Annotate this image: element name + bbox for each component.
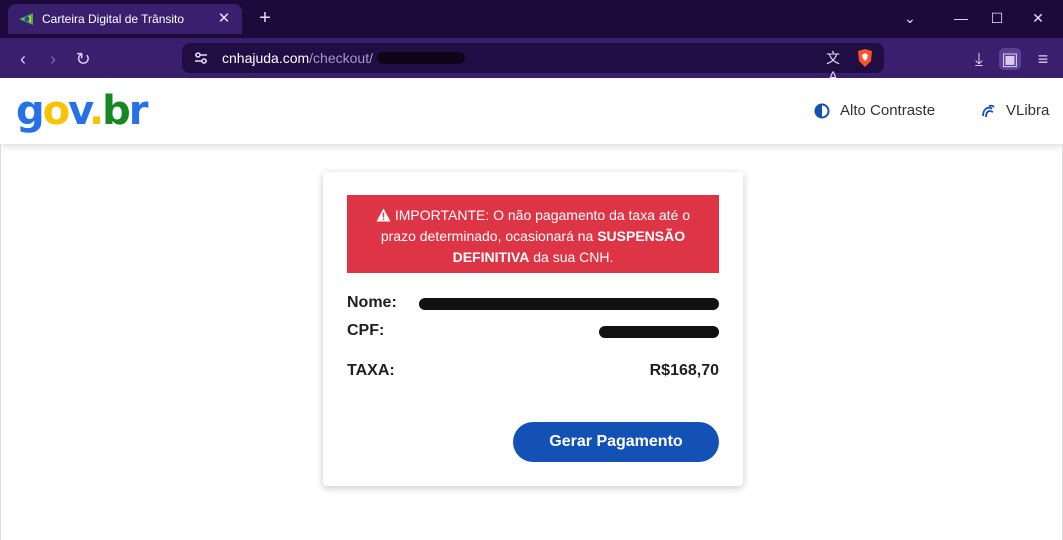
nome-row: Nome: [347,294,719,314]
contrast-icon [814,103,830,118]
nome-redaction [419,298,719,310]
new-tab-icon[interactable]: + [255,8,275,28]
tab-search-chevron-icon[interactable]: ⌄ [898,8,922,28]
govbr-logo[interactable]: gov.br [16,88,148,134]
close-tab-icon[interactable]: ✕ [216,11,232,27]
translate-icon[interactable]: 文A [822,48,844,84]
gerar-pagamento-button[interactable]: Gerar Pagamento [513,422,719,462]
brave-shields-icon[interactable] [856,48,874,68]
site-header: gov.br Alto Contraste VLibra [0,78,1063,144]
alert-text-suffix: da sua CNH. [529,249,614,265]
nome-label: Nome: [347,294,397,311]
maximize-icon[interactable]: ☐ [985,8,1009,28]
vlibra-label: VLibra [1006,102,1050,119]
menu-icon[interactable]: ≡ [1032,48,1054,70]
gov-favicon-icon [19,13,33,25]
minimize-icon[interactable]: — [949,8,973,28]
download-icon[interactable]: ⤓ [968,48,990,70]
cpf-redaction [599,326,719,338]
alto-contraste-link[interactable]: Alto Contraste [814,102,935,119]
url-path: /checkout/ [309,50,373,66]
alto-contraste-label: Alto Contraste [840,102,936,119]
wallet-icon[interactable]: ▣ [999,48,1021,70]
sign-language-hand-icon [982,104,995,117]
site-settings-icon[interactable] [192,49,210,67]
browser-navbar: ‹ › ↻ cnhajuda.com/checkout/ 文A ⤓ ▣ ≡ [0,38,1063,84]
warning-icon [376,208,391,222]
window-close-icon[interactable]: ✕ [1026,8,1050,28]
url-redaction [377,52,465,64]
cpf-label: CPF: [347,322,385,339]
cpf-row: CPF: [347,322,719,342]
taxa-value: R$168,70 [649,362,719,379]
forward-icon[interactable]: › [42,48,64,70]
taxa-label: TAXA: [347,362,395,379]
checkout-card: IMPORTANTE: O não pagamento da taxa até … [323,172,743,486]
taxa-row: TAXA: R$168,70 [347,362,719,382]
url-host: cnhajuda.com [222,50,310,66]
page-left-border [0,144,1,540]
browser-tab[interactable]: Carteira Digital de Trânsito ✕ [8,4,242,34]
reload-icon[interactable]: ↻ [72,48,94,70]
address-bar[interactable]: cnhajuda.com/checkout/ 文A [182,43,884,84]
back-icon[interactable]: ‹ [12,48,34,70]
warning-alert: IMPORTANTE: O não pagamento da taxa até … [347,195,719,273]
tab-title: Carteira Digital de Trânsito [42,12,185,26]
vlibra-link[interactable]: VLibra [980,102,1049,119]
browser-tabbar: Carteira Digital de Trânsito ✕ + ⌄ — ☐ ✕ [0,0,1063,38]
